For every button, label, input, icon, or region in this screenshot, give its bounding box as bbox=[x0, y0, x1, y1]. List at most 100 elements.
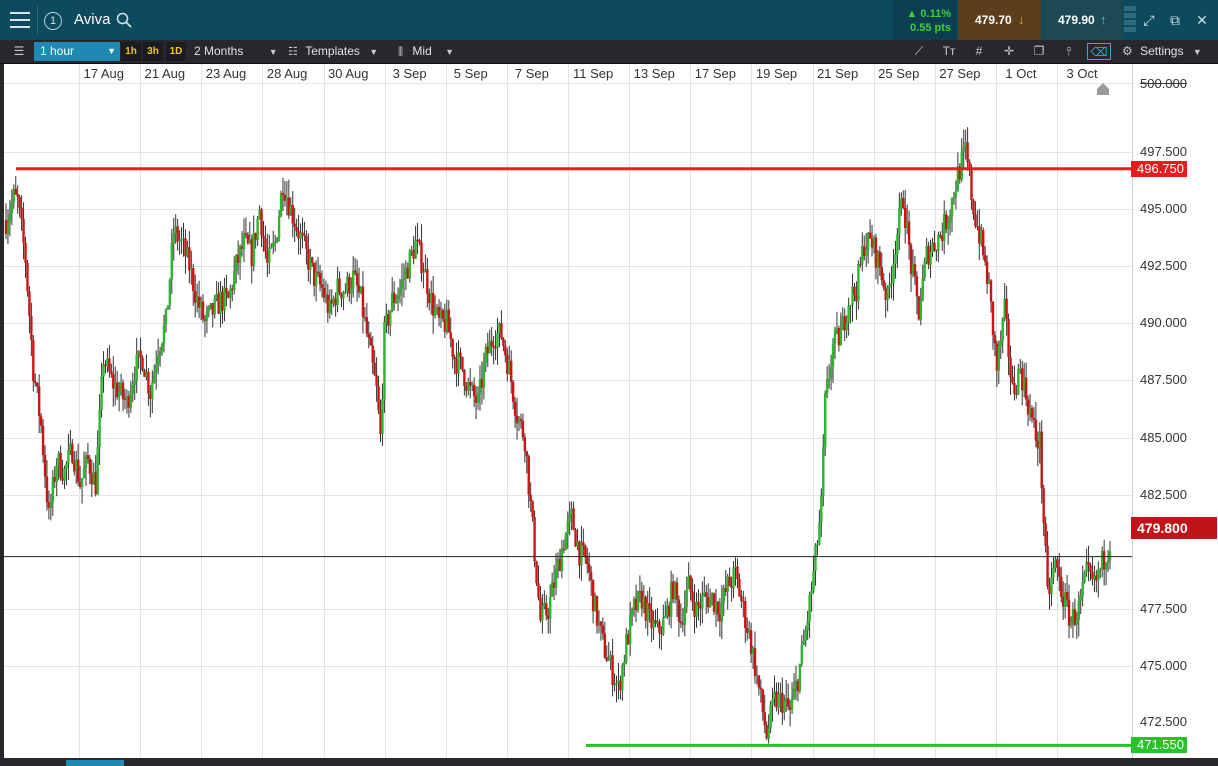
candle-body bbox=[798, 663, 802, 692]
candle-body bbox=[268, 247, 271, 263]
candle-body bbox=[708, 597, 712, 608]
candle-body bbox=[545, 602, 548, 616]
candle-body bbox=[476, 393, 480, 404]
candle-body bbox=[946, 222, 950, 230]
candle-body bbox=[898, 208, 901, 234]
candle-body bbox=[972, 200, 975, 215]
candle-body bbox=[1050, 577, 1053, 595]
candle-body bbox=[997, 346, 1001, 371]
candle-body bbox=[59, 453, 62, 478]
candle-body bbox=[279, 192, 283, 217]
candle-body bbox=[301, 232, 304, 235]
candle-body bbox=[523, 437, 527, 452]
candle-body bbox=[839, 329, 843, 346]
candle-body bbox=[273, 241, 277, 243]
candle-body bbox=[153, 371, 156, 383]
candle-body bbox=[1030, 408, 1034, 418]
candle-body bbox=[88, 458, 92, 474]
candle-body bbox=[264, 238, 267, 252]
candle-body bbox=[420, 242, 423, 273]
candle-body bbox=[1042, 488, 1045, 524]
candle-body bbox=[648, 603, 651, 610]
candle-body bbox=[902, 198, 905, 208]
candle-body bbox=[451, 339, 454, 357]
candle-body bbox=[820, 495, 823, 523]
candle-body bbox=[402, 278, 406, 280]
candle-body bbox=[49, 502, 53, 508]
candle-body bbox=[991, 301, 995, 336]
candle-body bbox=[948, 216, 952, 223]
candle-body bbox=[554, 568, 558, 588]
candle-body bbox=[1097, 569, 1100, 581]
candle-body bbox=[919, 300, 922, 320]
candle-body bbox=[531, 501, 534, 518]
candle-body bbox=[814, 545, 817, 572]
candle-body bbox=[705, 592, 708, 597]
candle-body bbox=[449, 332, 452, 340]
candle-body bbox=[810, 590, 813, 595]
candle-body bbox=[1052, 567, 1055, 578]
candle-body bbox=[824, 392, 827, 447]
candle-body bbox=[55, 465, 58, 482]
price-plot[interactable] bbox=[0, 0, 1218, 766]
candle-body bbox=[527, 456, 530, 495]
candle-body bbox=[482, 363, 486, 388]
candle-body bbox=[541, 606, 544, 621]
candle-body bbox=[396, 295, 400, 300]
candle-body bbox=[513, 401, 517, 416]
bottom-tab[interactable] bbox=[66, 760, 124, 766]
candle-body bbox=[1081, 582, 1084, 596]
candle-body bbox=[607, 658, 610, 661]
candle-body bbox=[1011, 376, 1014, 383]
candle-body bbox=[933, 242, 936, 251]
candle-body bbox=[683, 607, 686, 625]
candle-body bbox=[1077, 600, 1080, 620]
candle-body bbox=[728, 576, 731, 586]
candle-body bbox=[170, 242, 173, 280]
candle-body bbox=[205, 311, 209, 321]
bottom-strip bbox=[0, 758, 1218, 766]
candle-body bbox=[100, 376, 103, 410]
candle-body bbox=[825, 379, 829, 393]
candle-body bbox=[293, 223, 296, 228]
candle-body bbox=[1067, 599, 1071, 626]
candle-body bbox=[351, 270, 355, 289]
candle-body bbox=[572, 508, 575, 530]
candle-body bbox=[10, 201, 14, 214]
candle-body bbox=[262, 235, 265, 239]
candle-body bbox=[492, 345, 495, 348]
candle-body bbox=[525, 451, 528, 457]
candle-body bbox=[1024, 377, 1028, 400]
candle-body bbox=[311, 257, 314, 263]
candle-body bbox=[36, 383, 39, 387]
candle-body bbox=[847, 305, 850, 323]
candle-body bbox=[121, 382, 125, 400]
candle-body bbox=[168, 279, 172, 306]
candle-body bbox=[1040, 431, 1043, 489]
candle-body bbox=[529, 494, 532, 502]
candle-body bbox=[886, 287, 889, 301]
candle-body bbox=[761, 689, 765, 713]
candle-body bbox=[1099, 568, 1102, 570]
candle-body bbox=[615, 683, 618, 685]
candle-body bbox=[394, 299, 398, 303]
candle-body bbox=[913, 264, 917, 277]
candle-body bbox=[882, 280, 885, 288]
home-icon[interactable] bbox=[1096, 82, 1110, 96]
candle-body bbox=[880, 267, 883, 281]
candle-body bbox=[295, 227, 298, 232]
candle-body bbox=[110, 371, 113, 375]
candle-body bbox=[178, 240, 181, 242]
candle-body bbox=[701, 595, 704, 609]
candle-body bbox=[1079, 595, 1082, 601]
candle-body bbox=[381, 399, 384, 435]
candle-body bbox=[603, 633, 607, 658]
candle-body bbox=[1087, 561, 1090, 566]
candle-body bbox=[511, 382, 515, 402]
candle-body bbox=[192, 268, 195, 292]
candle-body bbox=[275, 238, 279, 242]
candle-body bbox=[502, 338, 505, 346]
candle-body bbox=[260, 209, 263, 236]
candle-body bbox=[849, 304, 852, 306]
candle-body bbox=[433, 308, 437, 316]
